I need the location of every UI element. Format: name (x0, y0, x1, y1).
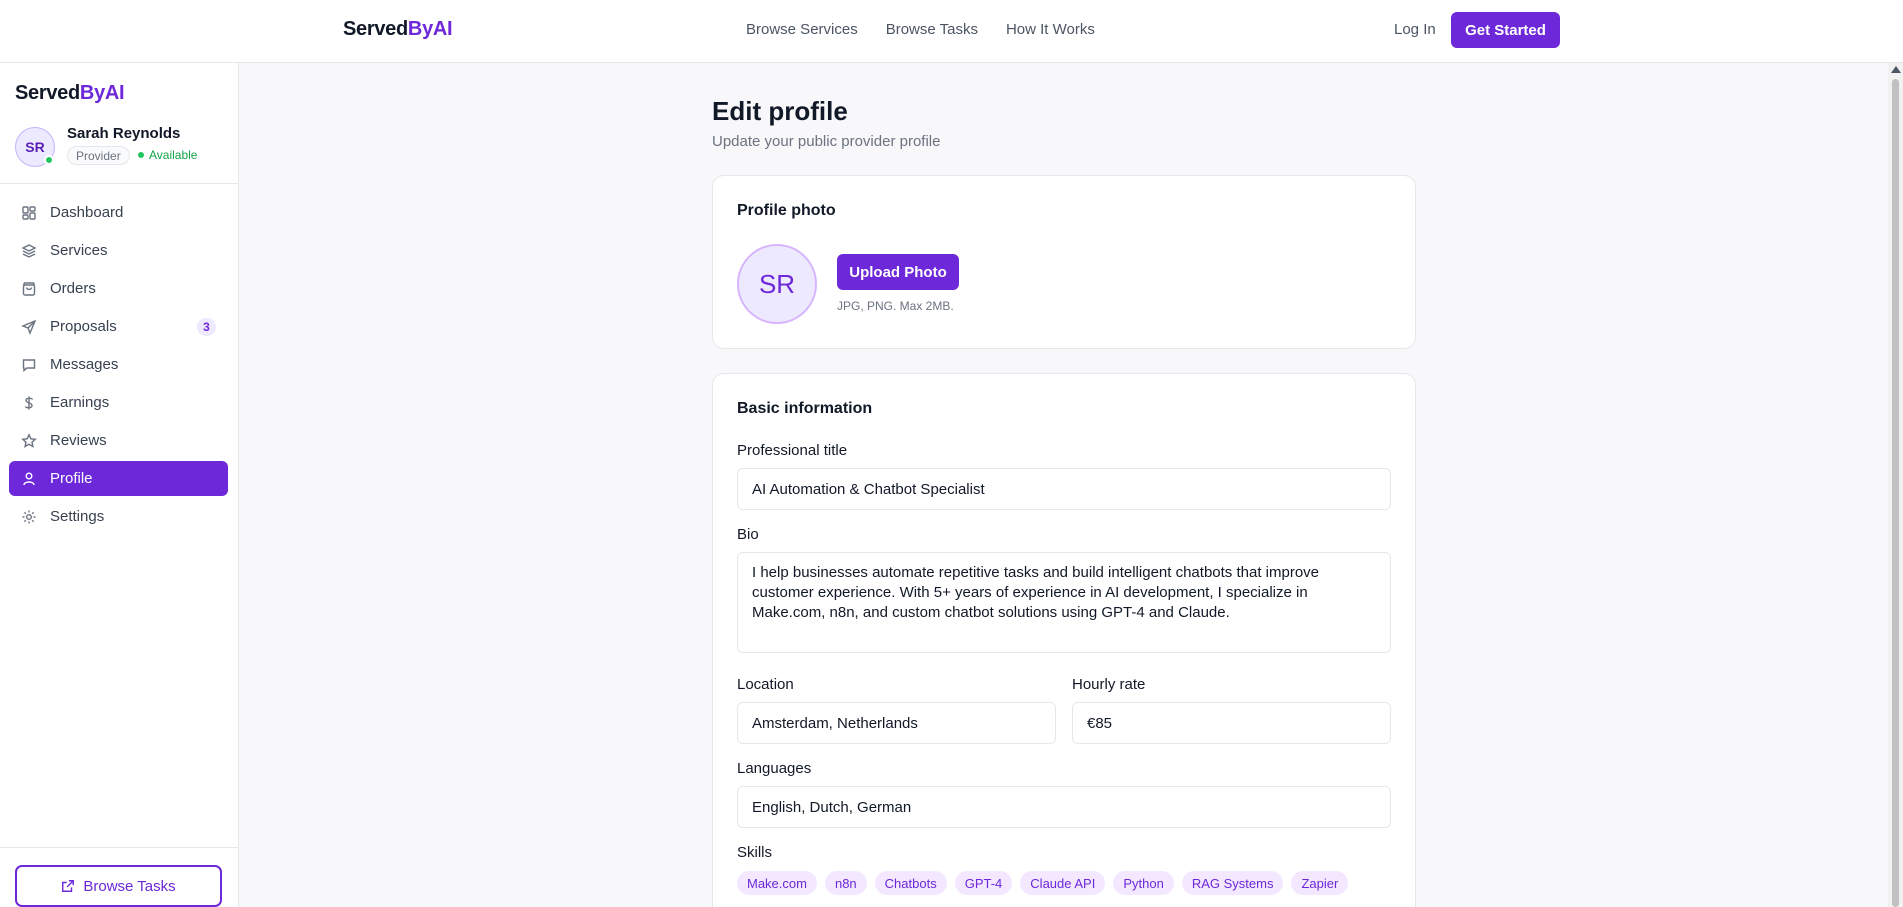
languages-label: Languages (737, 760, 812, 777)
browse-tasks-label: Browse Tasks (83, 877, 176, 895)
gear-icon (22, 510, 36, 523)
bio-label: Bio (737, 526, 759, 543)
sidebar-item-label: Services (50, 242, 108, 259)
online-status-dot (44, 155, 54, 165)
sidebar-item-services[interactable]: Services (9, 233, 228, 268)
browse-tasks-button[interactable]: Browse Tasks (15, 865, 222, 907)
skill-tag[interactable]: Make.com (737, 871, 817, 895)
location-label: Location (737, 676, 794, 693)
availability-label: Available (149, 148, 198, 162)
sidebar-item-dashboard[interactable]: Dashboard (9, 195, 228, 230)
skill-tag[interactable]: Zapier (1291, 871, 1349, 895)
send-icon (21, 319, 37, 335)
scroll-thumb[interactable] (1892, 79, 1899, 907)
message-icon (22, 358, 36, 372)
sidebar-item-label: Settings (50, 508, 105, 525)
page-title: Edit profile (712, 96, 848, 126)
skill-tag[interactable]: GPT-4 (954, 871, 1013, 895)
sidebar-item-label: Reviews (50, 432, 107, 449)
hourly-rate-input[interactable]: €85 (1072, 702, 1391, 744)
sidebar-nav: Dashboard Services Orders Proposals 3 Me… (9, 195, 228, 537)
page-scrollbar[interactable] (1888, 63, 1903, 907)
brand-logo[interactable]: ServedByAI (343, 18, 453, 41)
skill-tag[interactable]: Python (1113, 871, 1174, 895)
profile-photo-heading: Profile photo (737, 202, 836, 219)
sidebar-item-label: Dashboard (50, 204, 124, 221)
shopping-bag-icon (22, 281, 36, 296)
scroll-up-arrow-icon[interactable] (1891, 66, 1901, 73)
star-icon (21, 432, 37, 448)
languages-input[interactable]: English, Dutch, German (737, 786, 1391, 828)
profile-photo-card: Profile photo SR Upload Photo JPG, PNG. … (712, 175, 1416, 349)
professional-title-label: Professional title (737, 442, 848, 459)
availability-status: Available (138, 148, 197, 162)
nav-link-browse-tasks[interactable]: Browse Tasks (886, 21, 978, 38)
basic-information-card: Basic information Professional title AI … (712, 373, 1416, 907)
sidebar-item-label: Earnings (50, 394, 110, 411)
sidebar-item-label: Profile (50, 470, 93, 487)
role-badge: Provider (67, 146, 130, 165)
sidebar-item-settings[interactable]: Settings (9, 499, 228, 534)
layers-icon (21, 243, 37, 258)
skill-tag[interactable]: n8n (824, 871, 867, 895)
sidebar-bottom-divider (0, 847, 239, 848)
profile-avatar: SR (737, 244, 817, 324)
external-link-icon (62, 880, 75, 892)
user-icon (23, 472, 35, 485)
upload-photo-button[interactable]: Upload Photo (837, 254, 959, 290)
get-started-button[interactable]: Get Started (1451, 12, 1560, 48)
skills-label: Skills (737, 844, 773, 861)
brand-logo-accent: ByAI (407, 18, 453, 40)
sidebar-item-earnings[interactable]: Earnings (9, 385, 228, 420)
sidebar-item-label: Proposals (50, 318, 117, 335)
sidebar-item-orders[interactable]: Orders (9, 271, 228, 306)
upload-hint: JPG, PNG. Max 2MB. (837, 299, 954, 313)
user-summary: SR Sarah Reynolds Provider Available (15, 125, 230, 177)
sidebar-divider (0, 183, 239, 184)
sidebar-item-reviews[interactable]: Reviews (9, 423, 228, 458)
nav-link-browse-services[interactable]: Browse Services (746, 21, 858, 38)
login-link[interactable]: Log In (1394, 21, 1436, 38)
professional-title-input[interactable]: AI Automation & Chatbot Specialist (737, 468, 1391, 510)
sidebar-item-label: Messages (50, 356, 119, 373)
nav-link-how-it-works[interactable]: How It Works (1006, 21, 1095, 38)
sidebar-item-profile[interactable]: Profile (9, 461, 228, 496)
skill-tag[interactable]: RAG Systems (1181, 871, 1284, 895)
proposals-count-badge: 3 (197, 318, 216, 336)
skill-tag[interactable]: Chatbots (874, 871, 947, 895)
sidebar-brand-logo[interactable]: ServedByAI (15, 82, 125, 105)
user-name: Sarah Reynolds (67, 125, 181, 142)
page-subtitle: Update your public provider profile (712, 133, 941, 150)
sidebar-item-label: Orders (50, 280, 96, 297)
dollar-icon (24, 396, 34, 409)
location-input[interactable]: Amsterdam, Netherlands (737, 702, 1056, 744)
sidebar-brand-main: Served (15, 82, 80, 104)
sidebar-item-messages[interactable]: Messages (9, 347, 228, 382)
hourly-rate-label: Hourly rate (1072, 676, 1146, 693)
dashboard-icon (22, 205, 36, 220)
skill-tag[interactable]: Claude API (1020, 871, 1106, 895)
brand-logo-main: Served (343, 18, 408, 40)
skills-list: Make.com n8n Chatbots GPT-4 Claude API P… (737, 871, 1349, 895)
basic-information-heading: Basic information (737, 400, 873, 417)
available-dot (138, 152, 144, 158)
top-navbar: ServedByAI Browse Services Browse Tasks … (0, 0, 1903, 63)
sidebar-item-proposals[interactable]: Proposals 3 (9, 309, 228, 344)
sidebar: ServedByAI SR Sarah Reynolds Provider Av… (0, 63, 239, 907)
sidebar-brand-accent: ByAI (79, 82, 125, 104)
bio-textarea[interactable]: I help businesses automate repetitive ta… (737, 552, 1391, 653)
top-nav-links: Browse Services Browse Tasks How It Work… (746, 21, 1095, 38)
